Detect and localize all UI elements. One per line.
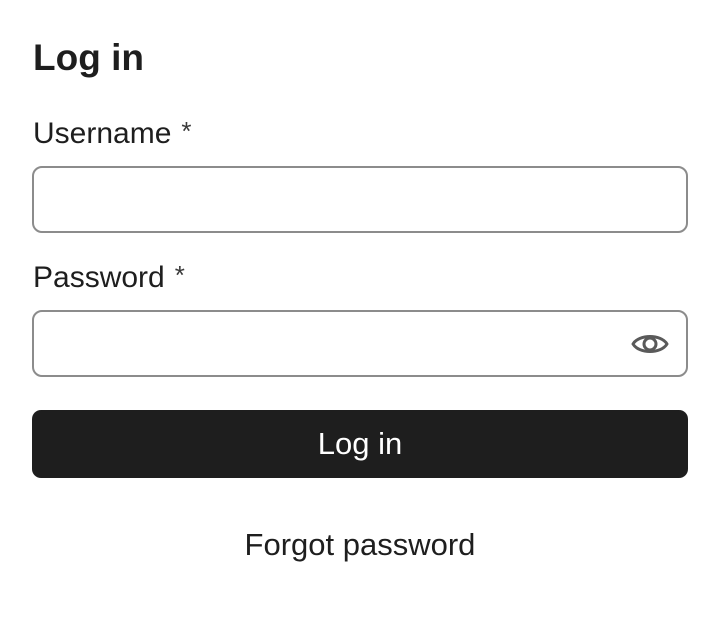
page-title: Log in [33, 37, 144, 78]
password-label-text: Password [33, 261, 165, 294]
username-label: Username * [33, 116, 192, 152]
eye-icon [631, 335, 669, 353]
forgot-password-link[interactable]: Forgot password [0, 526, 720, 564]
username-label-text: Username [33, 117, 172, 150]
show-password-toggle[interactable] [622, 322, 678, 366]
forgot-password-label: Forgot password [244, 527, 476, 562]
login-button[interactable]: Log in [32, 410, 688, 478]
password-label: Password * [33, 260, 185, 296]
username-input[interactable] [32, 166, 688, 233]
username-required-marker: * [181, 116, 192, 146]
password-required-marker: * [174, 260, 185, 290]
password-input[interactable] [32, 310, 688, 377]
login-form: Log in Username * Password * Log in Forgot… [0, 0, 720, 642]
